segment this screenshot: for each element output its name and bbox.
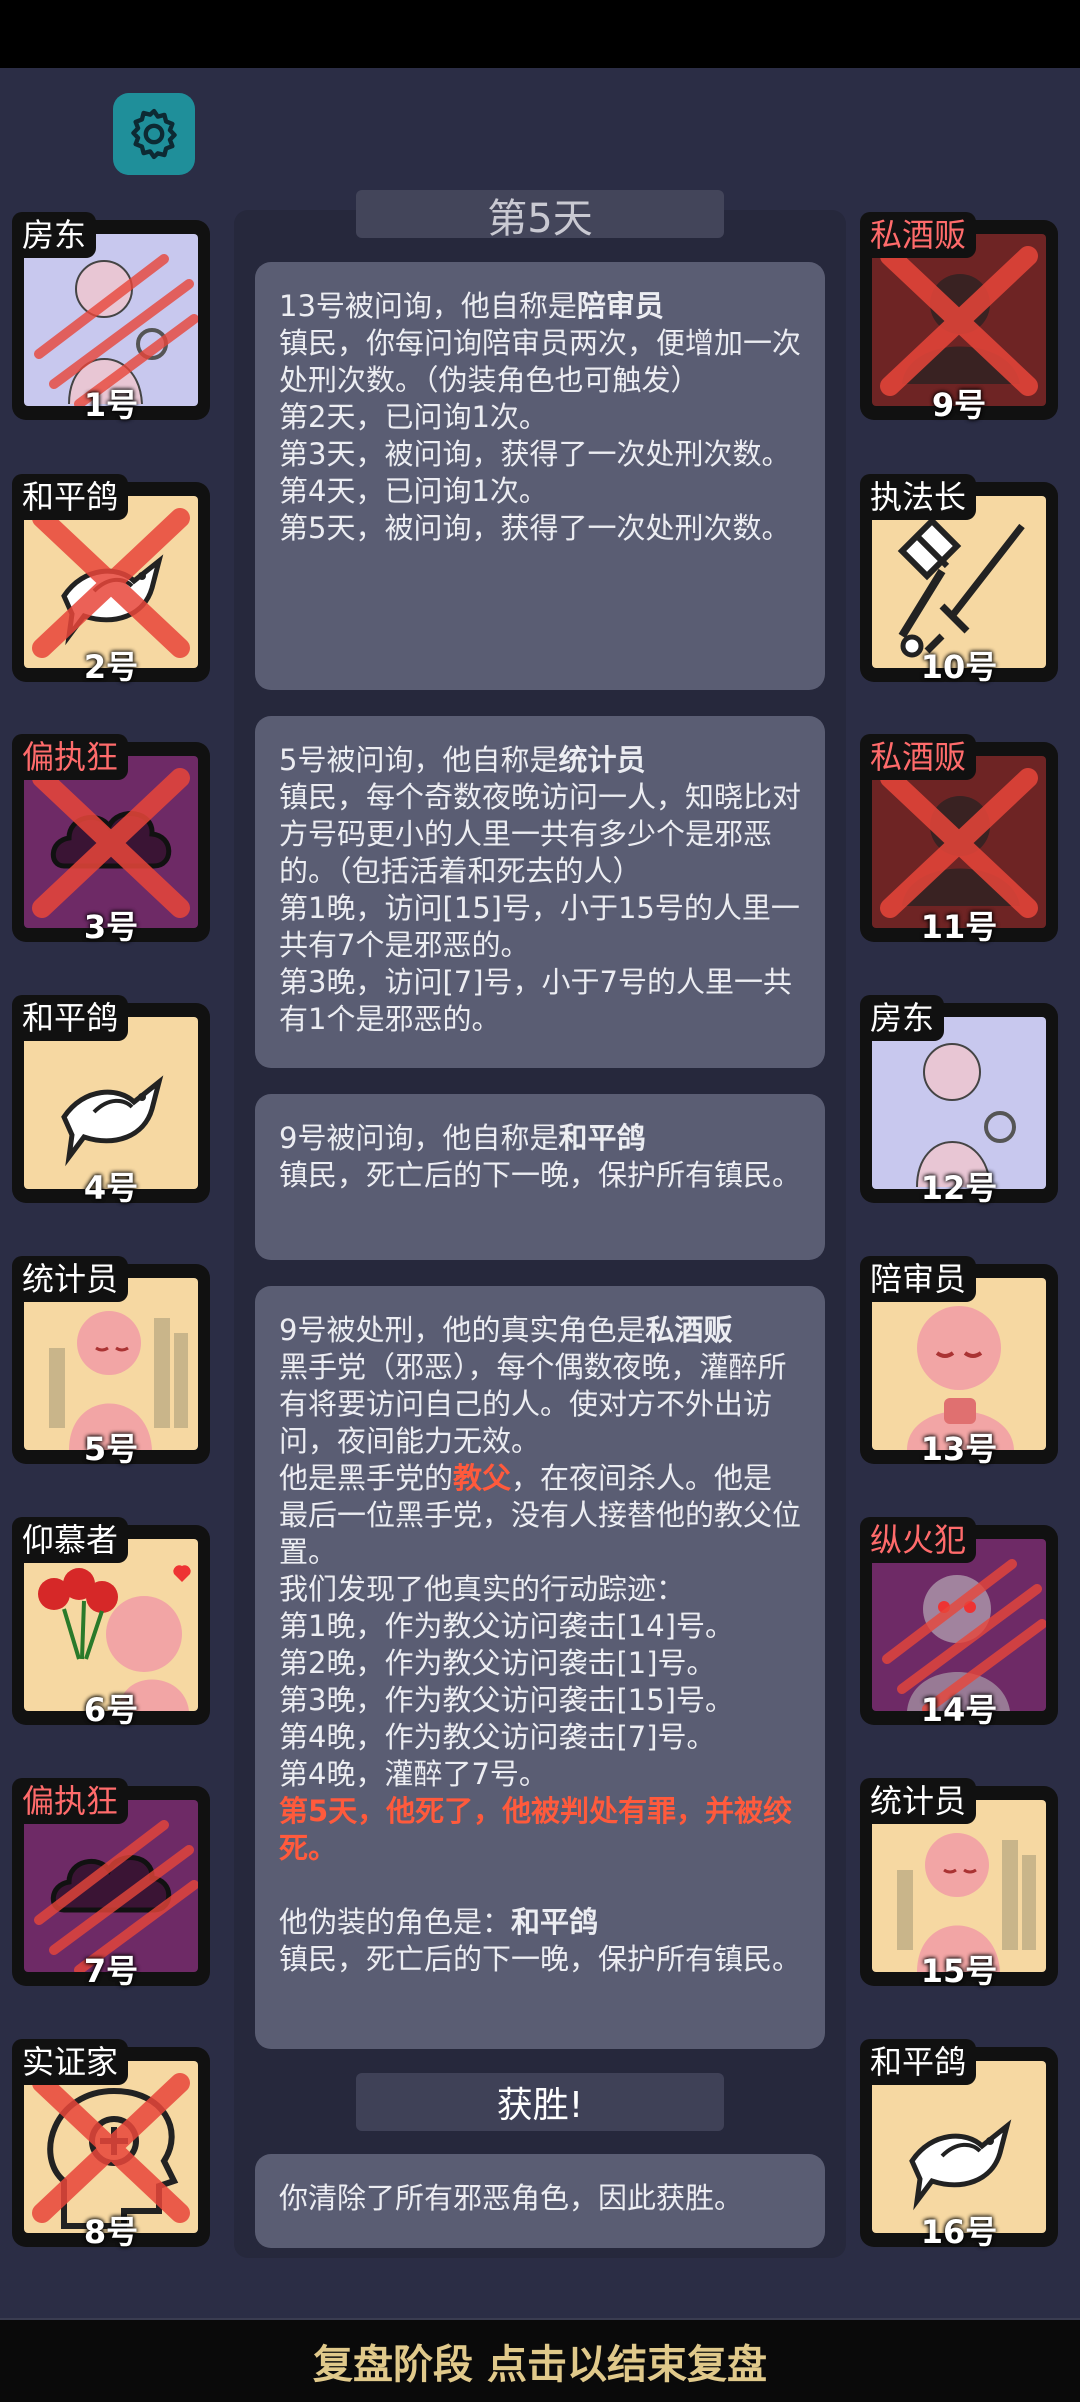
role-label: 偏执狂 bbox=[12, 734, 129, 780]
log-line: 镇民，你每问询陪审员两次，便增加一次处刑次数。（伪装角色也可触发） bbox=[279, 326, 802, 397]
role-label: 统计员 bbox=[860, 1778, 977, 1824]
player-card-16号[interactable]: 和平鸽 16号 bbox=[860, 2039, 1058, 2251]
player-card-4号[interactable]: 和平鸽 4号 bbox=[12, 995, 210, 1207]
log-line: 第2晚，作为教父访问袭击[1]号。 bbox=[279, 1646, 716, 1680]
log-line: 第4晚，灌醉了7号。 bbox=[279, 1757, 548, 1791]
player-number: 6号 bbox=[83, 1691, 139, 1729]
player-number: 9号 bbox=[931, 386, 987, 424]
role-label: 纵火犯 bbox=[860, 1517, 977, 1563]
log-line bbox=[279, 1867, 801, 1904]
day-header: 第5天 bbox=[356, 190, 724, 242]
role-label: 房东 bbox=[12, 212, 97, 258]
role-label: 和平鸽 bbox=[12, 474, 129, 520]
log-line: 第5天，他死了，他被判处有罪，并被绞死。 bbox=[279, 1794, 793, 1865]
player-number: 14号 bbox=[920, 1691, 998, 1729]
log-line: 第3天，被问询，获得了一次处刑次数。 bbox=[279, 437, 791, 471]
player-number: 10号 bbox=[920, 648, 998, 686]
player-card-6号[interactable]: 仰慕者 6号 bbox=[12, 1517, 210, 1729]
end-review-button[interactable]: 复盘阶段 点击以结束复盘 bbox=[0, 2318, 1080, 2402]
log-line: 第1晚，作为教父访问袭击[14]号。 bbox=[279, 1609, 734, 1643]
role-label: 仰慕者 bbox=[12, 1517, 129, 1563]
role-label: 执法长 bbox=[860, 474, 977, 520]
player-card-14号[interactable]: 纵火犯 14号 bbox=[860, 1517, 1058, 1729]
log-line: 第4天，已问询1次。 bbox=[279, 474, 548, 508]
player-number: 5号 bbox=[83, 1430, 139, 1468]
role-label: 和平鸽 bbox=[12, 995, 129, 1041]
role-label: 和平鸽 bbox=[860, 2039, 977, 2085]
player-card-13号[interactable]: 陪审员 13号 bbox=[860, 1256, 1058, 1468]
log-line: 第4晚，作为教父访问袭击[7]号。 bbox=[279, 1720, 716, 1754]
player-card-9号[interactable]: 私酒贩 9号 bbox=[860, 212, 1058, 424]
role-label: 陪审员 bbox=[860, 1256, 977, 1302]
player-card-12号[interactable]: 房东 12号 bbox=[860, 995, 1058, 1207]
player-number: 12号 bbox=[920, 1169, 998, 1207]
player-card-7号[interactable]: 偏执狂 7号 bbox=[12, 1778, 210, 1990]
player-card-8号[interactable]: 实证家 8号 bbox=[12, 2039, 210, 2251]
log-line: 镇民，每个奇数夜晚访问一人，知晓比对方号码更小的人里一共有多少个是邪恶的。（包括… bbox=[279, 780, 802, 888]
log-message: 9号被处刑，他的真实角色是私酒贩 黑手党（邪恶），每个偶数夜晚，灌醉所有将要访问自… bbox=[255, 1286, 825, 2049]
player-card-10号[interactable]: 执法长 10号 bbox=[860, 474, 1058, 686]
player-number: 2号 bbox=[83, 648, 139, 686]
log-line: 镇民，死亡后的下一晚，保护所有镇民。 bbox=[279, 1158, 802, 1192]
log-line: 镇民，死亡后的下一晚，保护所有镇民。 bbox=[279, 1942, 802, 1976]
player-number: 3号 bbox=[83, 908, 139, 946]
role-label: 实证家 bbox=[12, 2039, 129, 2085]
log-line: 他是黑手党的教父，在夜间杀人。他是最后一位黑手党，没有人接替他的教父位置。 bbox=[279, 1461, 802, 1569]
player-number: 15号 bbox=[920, 1952, 998, 1990]
log-line: 第1晚，访问[15]号，小于15号的人里一共有7个是邪恶的。 bbox=[279, 891, 800, 962]
log-message: 5号被问询，他自称是统计员 镇民，每个奇数夜晚访问一人，知晓比对方号码更小的人里一… bbox=[255, 716, 825, 1068]
log-line: 第2天，已问询1次。 bbox=[279, 400, 548, 434]
role-label: 私酒贩 bbox=[860, 212, 977, 258]
role-label: 偏执狂 bbox=[12, 1778, 129, 1824]
player-card-2号[interactable]: 和平鸽 2号 bbox=[12, 474, 210, 686]
settings-button[interactable] bbox=[113, 93, 195, 175]
role-label: 统计员 bbox=[12, 1256, 129, 1302]
player-number: 13号 bbox=[920, 1430, 998, 1468]
player-number: 16号 bbox=[920, 2213, 998, 2251]
player-card-15号[interactable]: 统计员 15号 bbox=[860, 1778, 1058, 1990]
log-message: 13号被问询，他自称是陪审员 镇民，你每问询陪审员两次，便增加一次处刑次数。（伪装… bbox=[255, 262, 825, 690]
player-card-1号[interactable]: 房东 1号 bbox=[12, 212, 210, 424]
log-line: 9号被处刑，他的真实角色是私酒贩 bbox=[279, 1313, 733, 1347]
role-label: 私酒贩 bbox=[860, 734, 977, 780]
log-line: 他伪装的角色是：和平鸽 bbox=[279, 1905, 599, 1939]
player-number: 7号 bbox=[83, 1952, 139, 1990]
victory-message: 你清除了所有邪恶角色，因此获胜。 bbox=[255, 2154, 825, 2248]
player-number: 1号 bbox=[83, 386, 139, 424]
log-line: 我们发现了他真实的行动踪迹： bbox=[279, 1572, 686, 1606]
victory-header: 获胜! bbox=[356, 2073, 724, 2131]
log-message: 9号被问询，他自称是和平鸽 镇民，死亡后的下一晚，保护所有镇民。 bbox=[255, 1094, 825, 1260]
log-line: 9号被问询，他自称是和平鸽 bbox=[279, 1121, 646, 1155]
log-line: 第3晚，访问[7]号，小于7号的人里一共有1个是邪恶的。 bbox=[279, 965, 792, 1036]
player-number: 11号 bbox=[920, 908, 998, 946]
player-card-3号[interactable]: 偏执狂 3号 bbox=[12, 734, 210, 946]
player-card-11号[interactable]: 私酒贩 11号 bbox=[860, 734, 1058, 946]
status-bar bbox=[0, 0, 1080, 68]
log-line: 第5天，被问询，获得了一次处刑次数。 bbox=[279, 511, 791, 545]
gear-icon bbox=[131, 108, 177, 160]
player-number: 8号 bbox=[83, 2213, 139, 2251]
player-number: 4号 bbox=[83, 1169, 139, 1207]
log-line: 黑手党（邪恶），每个偶数夜晚，灌醉所有将要访问自己的人。使对方不外出访问，夜间能… bbox=[279, 1350, 787, 1458]
log-line: 13号被问询，他自称是陪审员 bbox=[279, 289, 664, 323]
role-label: 房东 bbox=[860, 995, 945, 1041]
log-line: 5号被问询，他自称是统计员 bbox=[279, 743, 646, 777]
log-line: 第3晚，作为教父访问袭击[15]号。 bbox=[279, 1683, 734, 1717]
player-card-5号[interactable]: 统计员 5号 bbox=[12, 1256, 210, 1468]
